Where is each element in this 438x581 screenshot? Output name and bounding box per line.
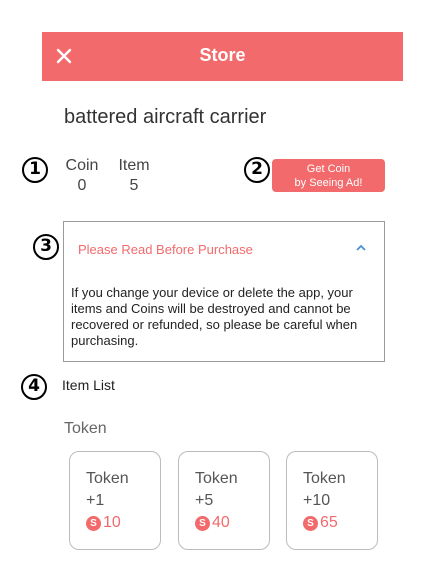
- price-value: 10: [103, 514, 121, 531]
- ad-button-line1: Get Coin: [306, 163, 351, 175]
- product-price: S 10: [86, 513, 121, 533]
- marker-4: 4: [21, 374, 47, 400]
- store-header: Store: [42, 32, 403, 81]
- marker-2: 2: [244, 157, 270, 183]
- station-name: battered aircraft carrier: [64, 106, 267, 128]
- product-quantity: +5: [195, 492, 214, 509]
- product-price: S 40: [195, 513, 230, 533]
- coin-icon: S: [195, 515, 210, 531]
- get-coin-ad-button[interactable]: Get Coin by Seeing Ad!: [272, 159, 385, 192]
- purchase-notice-panel: Please Read Before Purchase If you chang…: [63, 221, 385, 362]
- ad-button-line2: by Seeing Ad!: [294, 177, 363, 189]
- price-value: 40: [212, 514, 230, 531]
- page-title: Store: [199, 45, 246, 65]
- product-card-token-1[interactable]: Token +1 S 10: [69, 451, 161, 550]
- product-quantity: +10: [303, 492, 331, 509]
- price-value: 65: [320, 514, 338, 531]
- item-stat: Item 5: [114, 157, 154, 195]
- notice-toggle[interactable]: Please Read Before Purchase: [64, 222, 384, 272]
- marker-3: 3: [33, 234, 59, 260]
- product-quantity: +1: [86, 492, 105, 509]
- coin-icon: S: [86, 515, 101, 531]
- coin-label: Coin: [65, 157, 99, 174]
- marker-1: 1: [22, 157, 48, 183]
- coin-stat: Coin 0: [62, 157, 102, 195]
- item-list-label: Item List: [62, 377, 115, 393]
- product-card-token-5[interactable]: Token +5 S 40: [178, 451, 270, 550]
- product-name: Token: [195, 470, 238, 487]
- notice-title: Please Read Before Purchase: [78, 242, 253, 257]
- coin-icon: S: [303, 515, 318, 531]
- coin-count: 0: [77, 177, 87, 194]
- item-label: Item: [118, 157, 150, 174]
- store-page: Store battered aircraft carrier 1 2 3 4 …: [0, 0, 438, 581]
- product-price: S 65: [303, 513, 338, 533]
- token-group-label: Token: [64, 420, 107, 437]
- product-name: Token: [303, 470, 346, 487]
- chevron-up-icon: [356, 244, 366, 251]
- item-count: 5: [129, 177, 139, 194]
- product-card-token-10[interactable]: Token +10 S 65: [286, 451, 378, 550]
- product-name: Token: [86, 470, 129, 487]
- notice-body: If you change your device or delete the …: [71, 285, 358, 348]
